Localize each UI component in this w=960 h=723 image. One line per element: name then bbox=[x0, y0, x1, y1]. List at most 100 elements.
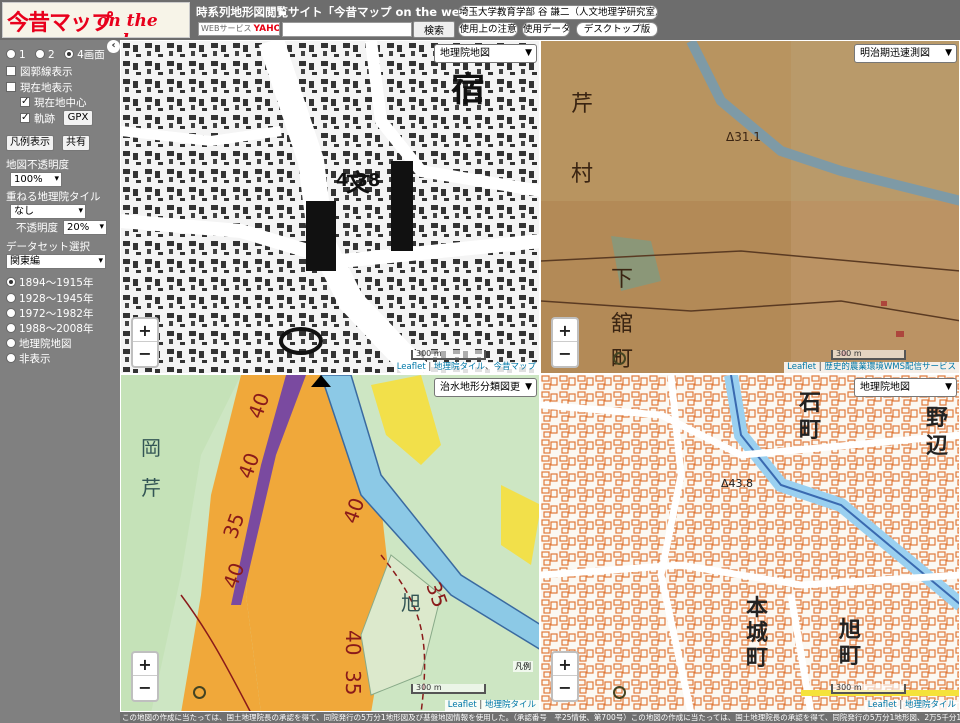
opacity-select[interactable]: 100% bbox=[10, 172, 62, 187]
period-item[interactable]: 地理院地図 bbox=[6, 337, 72, 351]
period-radio[interactable] bbox=[6, 308, 16, 318]
dataset-select[interactable]: 関東編 bbox=[6, 254, 106, 269]
sidebar: ‹ 1 2 4画面 図郭線表示 現在地表示 現在地中心 軌跡 GPX 凡例表示 … bbox=[0, 40, 120, 710]
dataset-label: データセット選択 bbox=[6, 241, 90, 253]
site-title: 時系列地形図閲覧サイト「今昔マップ on the web」 bbox=[196, 5, 480, 19]
period-item[interactable]: 1894〜1915年 bbox=[6, 276, 93, 290]
svg-text:40: 40 bbox=[341, 630, 365, 655]
screen-mode-1-radio[interactable] bbox=[6, 49, 16, 59]
svg-text:Δ43.8: Δ43.8 bbox=[721, 477, 753, 490]
legend-button[interactable]: 凡例表示 bbox=[6, 135, 54, 151]
svg-text:芹: 芹 bbox=[141, 476, 161, 500]
scale-bar: 300 m bbox=[831, 684, 906, 694]
map-top-left[interactable]: 宿 4.38 文 地理院地図 ▼ + − 300 m Leaflet | 地理院タ… bbox=[120, 40, 540, 374]
svg-text:舘: 舘 bbox=[611, 312, 633, 337]
current-location-marker-icon bbox=[613, 686, 626, 699]
yahoo-webservice-badge[interactable]: WEBサービスYAHOO! bbox=[198, 22, 280, 36]
current-location-toggle[interactable]: 現在地表示 bbox=[6, 81, 73, 95]
legend-link[interactable]: 凡例 bbox=[513, 661, 533, 672]
map-attribution: Leaflet | 歴史的農業環境WMS配信サービス bbox=[784, 362, 959, 373]
search-input[interactable] bbox=[282, 22, 412, 37]
period-radio[interactable] bbox=[6, 338, 16, 348]
svg-text:旭: 旭 bbox=[838, 618, 861, 643]
zoom-out-button[interactable]: − bbox=[553, 342, 577, 365]
boundary-checkbox[interactable] bbox=[6, 66, 16, 76]
period-radio[interactable] bbox=[6, 353, 16, 363]
map-bottom-left[interactable]: 40 40 35 40 40 35 40 35 岡 芹 旭 治水地形分類図更 ▼ … bbox=[120, 374, 540, 712]
map-attribution: Leaflet | 地理院タイル bbox=[864, 700, 959, 711]
dropdown-arrow-icon: ▼ bbox=[945, 48, 952, 58]
zoom-control: + − bbox=[131, 317, 159, 368]
svg-text:城: 城 bbox=[746, 620, 768, 646]
current-location-marker-icon bbox=[193, 686, 206, 699]
header: 今昔マップ on the web 時系列地形図閲覧サイト「今昔マップ on th… bbox=[0, 0, 960, 40]
svg-text:町: 町 bbox=[799, 418, 821, 443]
layer-select[interactable]: 地理院地図 ▼ bbox=[434, 44, 537, 63]
svg-text:下: 下 bbox=[611, 267, 633, 292]
current-location-checkbox[interactable] bbox=[6, 82, 16, 92]
layer-select[interactable]: 明治期迅速測図 ▼ bbox=[854, 44, 957, 63]
overlay-opacity-select[interactable]: 20% bbox=[63, 220, 107, 235]
svg-text:石: 石 bbox=[798, 391, 821, 416]
screen-mode-2-radio[interactable] bbox=[35, 49, 46, 59]
zoom-in-button[interactable]: + bbox=[133, 653, 157, 676]
boundary-toggle[interactable]: 図郭線表示 bbox=[6, 65, 73, 79]
period-item[interactable]: 非表示 bbox=[6, 352, 51, 366]
track-checkbox[interactable] bbox=[20, 111, 30, 125]
svg-text:村: 村 bbox=[571, 162, 593, 187]
zoom-out-button[interactable]: − bbox=[133, 676, 157, 699]
historic-map-render: 芹 村 下 舘 町 Δ31.1 bbox=[541, 41, 959, 373]
dropdown-arrow-icon: ▼ bbox=[945, 382, 952, 392]
zoom-in-button[interactable]: + bbox=[553, 653, 577, 676]
period-item[interactable]: 1972〜1982年 bbox=[6, 307, 93, 321]
layer-select[interactable]: 地理院地図 ▼ bbox=[854, 378, 957, 397]
period-radio[interactable] bbox=[6, 293, 16, 303]
zoom-control: + − bbox=[551, 651, 579, 702]
share-button[interactable]: 共有 bbox=[62, 135, 90, 151]
track-toggle[interactable]: 軌跡 bbox=[20, 111, 55, 126]
opacity-label: 地図不透明度 bbox=[6, 159, 69, 171]
current-center-toggle[interactable]: 現在地中心 bbox=[20, 95, 87, 110]
author-link-button[interactable]: 埼玉大学教育学部 谷 謙二（人文地理学研究室） bbox=[458, 5, 658, 20]
current-location-marker-icon bbox=[613, 352, 626, 365]
svg-text:35: 35 bbox=[341, 670, 365, 695]
map-bottom-right[interactable]: 石 町 野 辺 本 城 町 旭 町 Δ43.8 地理院地図 ▼ + − 300 m… bbox=[540, 374, 960, 712]
gpx-button[interactable]: GPX bbox=[63, 110, 93, 126]
collapse-sidebar-icon[interactable]: ‹ bbox=[107, 40, 120, 53]
flood-terrain-map-render: 40 40 35 40 40 35 40 35 岡 芹 旭 bbox=[121, 375, 539, 711]
scale-bar: 300 m bbox=[831, 350, 906, 360]
zoom-in-button[interactable]: + bbox=[133, 319, 157, 342]
zoom-out-button[interactable]: − bbox=[133, 342, 157, 365]
screen-mode-4-radio[interactable] bbox=[64, 49, 75, 59]
desktop-version-button[interactable]: デスクトップ版 bbox=[576, 22, 658, 37]
search-button[interactable]: 検索 bbox=[413, 21, 455, 38]
svg-text:岡: 岡 bbox=[141, 436, 161, 460]
period-item[interactable]: 1988〜2008年 bbox=[6, 322, 93, 336]
overlay-select[interactable]: なし bbox=[10, 204, 86, 219]
map-top-right[interactable]: 芹 村 下 舘 町 Δ31.1 明治期迅速測図 ▼ + − 300 m Leafl… bbox=[540, 40, 960, 374]
zoom-in-button[interactable]: + bbox=[553, 319, 577, 342]
topo-map-render: 宿 4.38 文 bbox=[121, 41, 539, 373]
period-item[interactable]: 1928〜1945年 bbox=[6, 292, 93, 306]
period-radio[interactable] bbox=[6, 277, 16, 287]
period-radio[interactable] bbox=[6, 323, 16, 333]
layer-select[interactable]: 治水地形分類図更 ▼ bbox=[434, 378, 537, 397]
current-center-checkbox[interactable] bbox=[20, 95, 30, 109]
map-attribution: Leaflet | 地理院タイル、今昔マップ bbox=[393, 362, 539, 373]
usage-notes-button[interactable]: 使用上の注意 bbox=[458, 22, 518, 37]
dropdown-arrow-icon: ▼ bbox=[525, 382, 532, 392]
svg-text:旭: 旭 bbox=[401, 591, 421, 615]
svg-text:芹: 芹 bbox=[571, 92, 593, 117]
svg-text:町: 町 bbox=[746, 646, 768, 671]
overlay-label: 重ねる地理院タイル bbox=[6, 191, 101, 203]
zoom-out-button[interactable]: − bbox=[553, 676, 577, 699]
logo-sub: on the web bbox=[97, 11, 158, 37]
data-used-button[interactable]: 使用データ bbox=[522, 22, 570, 37]
scale-bar: 300 m bbox=[411, 684, 486, 694]
svg-text:辺: 辺 bbox=[926, 434, 948, 459]
overlay-opacity-label: 不透明度 bbox=[16, 222, 58, 234]
site-logo[interactable]: 今昔マップ on the web bbox=[2, 2, 190, 38]
screen-mode-group: 1 2 4画面 bbox=[6, 48, 105, 62]
copyright-footer: この地図の作成に当たっては、国土地理院長の承認を得て、同院発行の5万分1地形図及… bbox=[120, 712, 960, 723]
gsi-map-render: 石 町 野 辺 本 城 町 旭 町 Δ43.8 bbox=[541, 375, 959, 711]
